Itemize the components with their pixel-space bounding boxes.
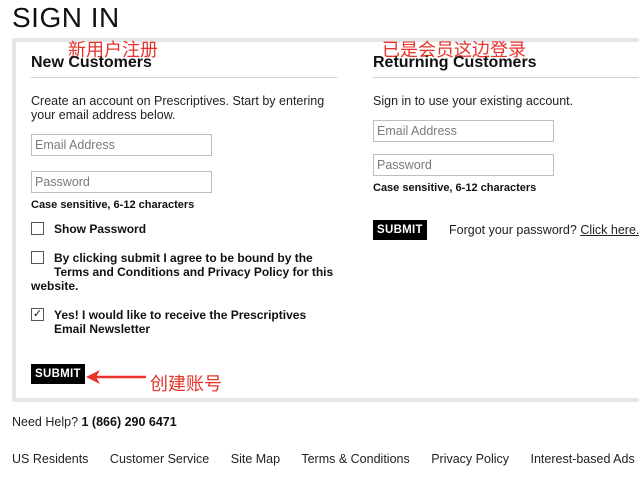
footer-link-us-residents[interactable]: US Residents: [12, 452, 88, 466]
new-email-field[interactable]: [31, 134, 212, 156]
new-password-hint: Case sensitive, 6-12 characters: [31, 199, 195, 211]
terms-label-line3: website.: [31, 279, 79, 293]
terms-label-line1: By clicking submit I agree to be bound b…: [54, 251, 313, 265]
sign-in-panel: [12, 38, 639, 402]
footer-link-privacy[interactable]: Privacy Policy: [431, 452, 509, 466]
new-customers-intro-line2: your email address below.: [31, 108, 176, 122]
returning-customers-title: Returning Customers: [373, 54, 537, 71]
returning-customers-divider: [373, 77, 639, 78]
footer-links: US Residents Customer Service Site Map T…: [12, 452, 639, 466]
login-submit-button[interactable]: SUBMIT: [373, 220, 427, 240]
arrow-icon: [86, 370, 146, 384]
new-customers-divider: [31, 77, 337, 78]
login-password-field[interactable]: [373, 154, 554, 176]
page-title: SIGN IN: [12, 2, 120, 33]
help-line: Need Help? 1 (866) 290 6471: [12, 415, 177, 429]
newsletter-label-line1: Yes! I would like to receive the Prescri…: [54, 308, 307, 322]
show-password-label: Show Password: [54, 222, 147, 236]
terms-label-line2: Terms and Conditions and Privacy Policy …: [54, 265, 334, 279]
footer-link-terms[interactable]: Terms & Conditions: [301, 452, 409, 466]
new-customers-title: New Customers: [31, 54, 152, 71]
login-password-hint: Case sensitive, 6-12 characters: [373, 182, 537, 194]
help-phone[interactable]: 1 (866) 290 6471: [82, 415, 177, 429]
newsletter-label-line2: Email Newsletter: [54, 322, 151, 336]
new-password-field[interactable]: [31, 171, 212, 193]
forgot-password-text: Forgot your password?: [449, 223, 577, 237]
footer-link-customer-service[interactable]: Customer Service: [110, 452, 209, 466]
help-label: Need Help?: [12, 415, 79, 429]
create-account-submit-button[interactable]: SUBMIT: [31, 364, 85, 384]
terms-checkbox[interactable]: [31, 251, 44, 264]
forgot-password-link[interactable]: Click here.: [580, 223, 639, 237]
show-password-checkbox[interactable]: [31, 222, 44, 235]
annotation-create-account: 创建账号: [150, 374, 222, 395]
footer-link-interest-ads[interactable]: Interest-based Ads: [530, 452, 634, 466]
new-customers-intro-line1: Create an account on Prescriptives. Star…: [31, 94, 325, 108]
footer-link-site-map[interactable]: Site Map: [231, 452, 280, 466]
login-email-field[interactable]: [373, 120, 554, 142]
new-customers-intro: Create an account on Prescriptives. Star…: [31, 94, 324, 122]
newsletter-checkbox[interactable]: ✓: [31, 308, 44, 321]
returning-customers-intro: Sign in to use your existing account.: [373, 94, 574, 108]
forgot-password: Forgot your password? Click here.: [449, 223, 639, 237]
